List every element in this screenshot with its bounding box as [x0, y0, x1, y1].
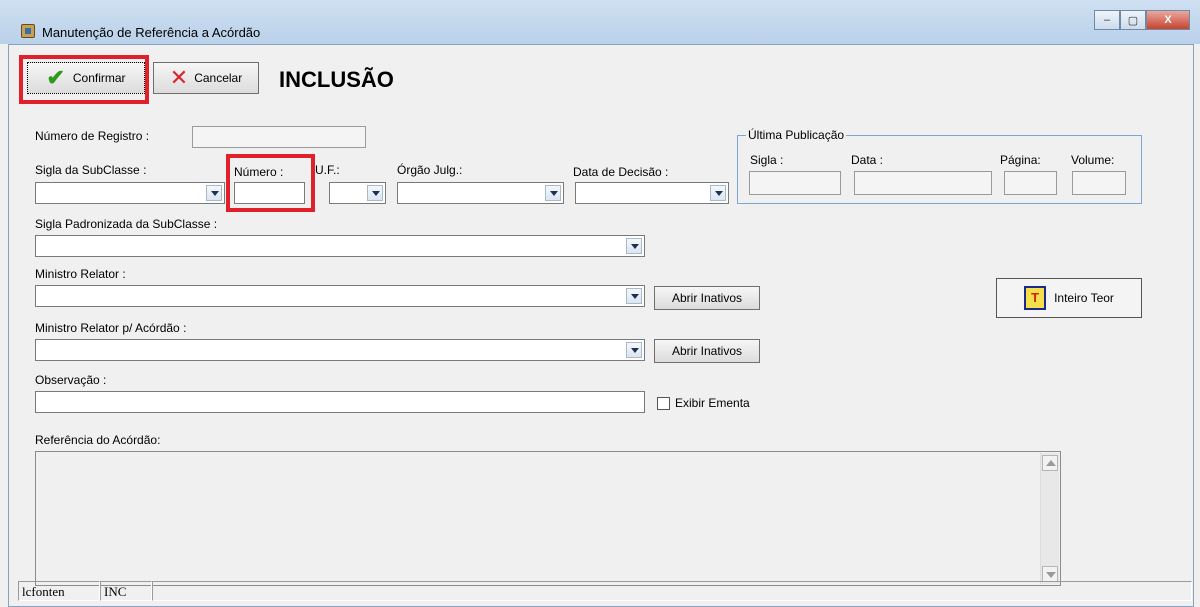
pub-volume-input[interactable]	[1072, 171, 1126, 195]
ministro-relator-label: Ministro Relator :	[35, 267, 126, 281]
inteiro-teor-label: Inteiro Teor	[1054, 291, 1114, 305]
sigla-padronizada-label: Sigla Padronizada da SubClasse :	[35, 217, 218, 231]
chevron-down-icon[interactable]	[626, 342, 642, 358]
orgao-label: Órgão Julg.:	[397, 163, 463, 177]
mode-title: INCLUSÃO	[279, 67, 394, 92]
observacao-input[interactable]	[35, 391, 645, 413]
status-panel-user: lcfonten	[18, 581, 100, 601]
minimize-button[interactable]: –	[1094, 10, 1120, 30]
exibir-ementa-label: Exibir Ementa	[675, 396, 750, 410]
chevron-down-icon[interactable]	[710, 185, 726, 201]
numero-registro-label: Número de Registro :	[35, 129, 150, 143]
window-title: Manutenção de Referência a Acórdão	[42, 25, 261, 40]
pub-data-input[interactable]	[854, 171, 992, 195]
abrir-inativos-button-2[interactable]: Abrir Inativos	[654, 339, 760, 363]
chevron-down-icon[interactable]	[545, 185, 561, 201]
inteiro-teor-button[interactable]: T Inteiro Teor	[996, 278, 1142, 318]
pub-data-label: Data :	[851, 153, 884, 167]
status-panel-mode: INC	[100, 581, 152, 601]
chevron-down-icon[interactable]	[367, 185, 383, 201]
data-decisao-label: Data de Decisão :	[573, 165, 669, 179]
main-form: ✔ Confirmar ✕ Cancelar INCLUSÃO Número d…	[8, 44, 1194, 607]
cancel-button[interactable]: ✕ Cancelar	[153, 62, 259, 94]
status-panel-empty	[152, 581, 1192, 601]
pub-sigla-label: Sigla :	[750, 153, 784, 167]
data-decisao-combo[interactable]	[575, 182, 729, 204]
sigla-padronizada-combo[interactable]	[35, 235, 645, 257]
uf-label: U.F.:	[315, 163, 340, 177]
ultima-publicacao-group: Última Publicação Sigla : Data : Página:…	[737, 128, 1142, 204]
uf-combo[interactable]	[329, 182, 386, 204]
scroll-up-icon[interactable]	[1042, 455, 1058, 471]
sigla-subclasse-label: Sigla da SubClasse :	[35, 163, 147, 177]
close-button[interactable]: X	[1146, 10, 1190, 30]
app-icon	[21, 24, 35, 38]
observacao-label: Observação :	[35, 373, 107, 387]
orgao-combo[interactable]	[397, 182, 564, 204]
ministro-relator-acordao-label: Ministro Relator p/ Acórdão :	[35, 321, 187, 335]
pub-pagina-label: Página:	[1000, 153, 1041, 167]
abrir-inativos-button-1[interactable]: Abrir Inativos	[654, 286, 760, 310]
sigla-subclasse-combo[interactable]	[35, 182, 225, 204]
highlight-confirm	[19, 55, 149, 104]
document-icon: T	[1024, 286, 1047, 310]
cancel-label: Cancelar	[194, 71, 243, 85]
scrollbar[interactable]	[1040, 453, 1059, 584]
pub-volume-label: Volume:	[1071, 153, 1115, 167]
ultima-publicacao-title: Última Publicação	[746, 128, 847, 142]
maximize-button[interactable]: ▢	[1120, 10, 1146, 30]
pub-pagina-input[interactable]	[1004, 171, 1057, 195]
ministro-relator-combo[interactable]	[35, 285, 645, 307]
referencia-label: Referência do Acórdão:	[35, 433, 161, 447]
chevron-down-icon[interactable]	[626, 238, 642, 254]
chevron-down-icon[interactable]	[206, 185, 222, 201]
title-bar: Manutenção de Referência a Acórdão – ▢ X	[0, 0, 1200, 44]
referencia-textarea[interactable]	[35, 451, 1061, 586]
status-bar: lcfonten INC	[8, 579, 1194, 603]
chevron-down-icon[interactable]	[626, 288, 642, 304]
numero-registro-input[interactable]	[192, 126, 366, 148]
exibir-ementa-checkbox[interactable]	[657, 397, 670, 410]
pub-sigla-input[interactable]	[749, 171, 841, 195]
window-controls: – ▢ X	[1094, 10, 1190, 30]
ministro-relator-acordao-combo[interactable]	[35, 339, 645, 361]
highlight-numero	[226, 154, 315, 212]
x-icon: ✕	[169, 65, 189, 90]
